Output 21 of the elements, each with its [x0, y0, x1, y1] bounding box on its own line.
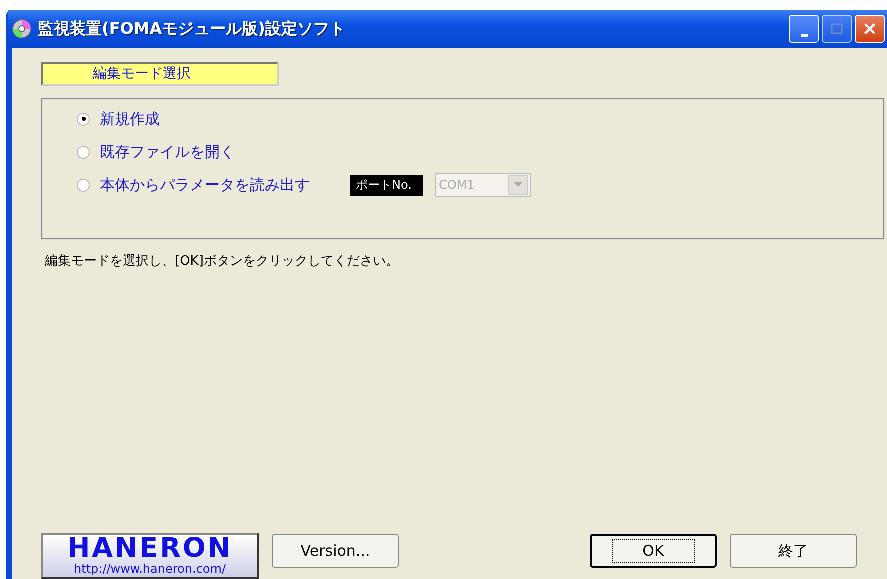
port-label: ポートNo.	[350, 174, 423, 196]
close-icon	[863, 22, 877, 36]
minimize-button[interactable]	[789, 15, 819, 43]
ok-button[interactable]: OK	[590, 534, 717, 568]
close-button[interactable]	[855, 15, 885, 43]
option-label[interactable]: 既存ファイルを開く	[100, 142, 235, 162]
maximize-button[interactable]	[822, 15, 852, 43]
exit-button[interactable]: 終了	[730, 534, 857, 568]
radio-button[interactable]	[77, 146, 90, 158]
maximize-icon	[831, 23, 843, 35]
radio-button[interactable]	[77, 112, 90, 126]
logo[interactable]: HANERON http://www.haneron.com/	[41, 533, 259, 579]
option-label[interactable]: 新規作成	[100, 110, 160, 128]
version-button[interactable]: Version...	[272, 534, 399, 568]
minimize-icon	[800, 34, 808, 37]
radio-button[interactable]	[77, 178, 90, 192]
disc-icon	[12, 19, 32, 39]
instruction-text: 編集モードを選択し、[OK]ボタンをクリックしてください。	[45, 253, 400, 270]
section-label: 編集モード選択	[41, 62, 279, 86]
window-title: 監視装置(FOMAモジュール版)設定ソフト	[38, 18, 346, 40]
option-label[interactable]: 本体からパラメータを読み出す	[100, 176, 310, 194]
